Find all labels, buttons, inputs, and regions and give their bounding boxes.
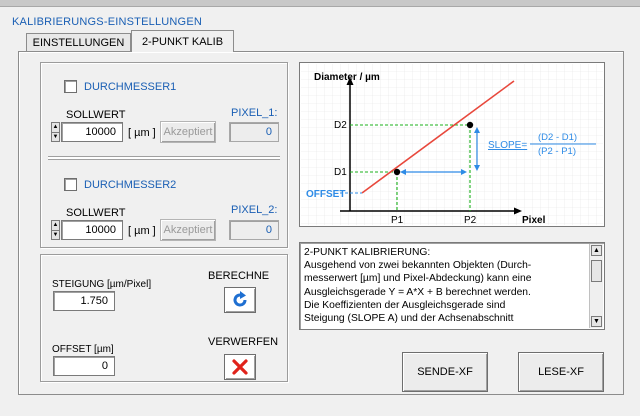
sollwert2-label: SOLLWERT bbox=[66, 207, 126, 219]
sollwert1-label: SOLLWERT bbox=[66, 109, 126, 121]
sende-xf-button[interactable]: SENDE-XF bbox=[402, 352, 488, 392]
durchmesser2-checkbox[interactable] bbox=[64, 178, 77, 191]
point-p2 bbox=[466, 121, 474, 129]
berechne-label: BERECHNE bbox=[208, 270, 270, 282]
calibration-diagram: Diameter / µm Pixel D2 D1 OFFSET P1 P2 S… bbox=[299, 62, 605, 227]
info-line: Ausgehend von zwei bekannten Objekten (D… bbox=[304, 260, 532, 272]
durchmesser1-label: DURCHMESSER1 bbox=[84, 81, 177, 93]
p2-label: P2 bbox=[464, 215, 477, 226]
y-axis-label: Diameter / µm bbox=[314, 72, 380, 83]
pixel2-value: 0 bbox=[229, 220, 279, 240]
unit1-label: [ µm ] bbox=[128, 127, 156, 139]
diagram-svg: Diameter / µm Pixel D2 D1 OFFSET P1 P2 S… bbox=[301, 64, 603, 226]
point-p1 bbox=[393, 168, 401, 176]
info-line: messerwert [µm] und Pixel-Abdeckung) kan… bbox=[304, 273, 532, 285]
sollwert2-spinner[interactable]: ▲ ▼ bbox=[51, 220, 60, 240]
offset-label: OFFSET bbox=[306, 189, 345, 200]
spin-up-icon[interactable]: ▲ bbox=[52, 123, 59, 132]
pixel2-label: PIXEL_2: bbox=[231, 204, 278, 216]
durchmesser1-checkbox[interactable] bbox=[64, 80, 77, 93]
scroll-up-icon[interactable]: ▲ bbox=[591, 245, 602, 256]
info-text: 2-PUNKT KALIBRIERUNG: Ausgehend von zwei… bbox=[304, 246, 586, 328]
slope-denominator: (P2 - P1) bbox=[538, 146, 576, 157]
pixel1-value: 0 bbox=[229, 122, 279, 142]
info-line: 2-PUNKT KALIBRIERUNG: bbox=[304, 247, 431, 258]
offset-value: 0 bbox=[53, 356, 115, 376]
info-textbox[interactable]: 2-PUNKT KALIBRIERUNG: Ausgehend von zwei… bbox=[299, 242, 605, 330]
info-line: Ausgleichsgerade Y = A*X + B berechnet w… bbox=[304, 286, 531, 298]
akzeptiert1-button[interactable]: Akzeptiert bbox=[160, 121, 216, 143]
pixel1-label: PIXEL_1: bbox=[231, 107, 278, 119]
group-title: KALIBRIERUNGS-EINSTELLUNGEN bbox=[12, 16, 202, 28]
d1-label: D1 bbox=[334, 167, 347, 178]
x-axis-label: Pixel bbox=[522, 215, 546, 226]
durchmesser2-label: DURCHMESSER2 bbox=[84, 179, 177, 191]
info-line: Die Koeffizienten der Ausgleichsgerade s… bbox=[304, 299, 506, 311]
close-icon bbox=[232, 359, 248, 375]
sollwert2-input[interactable]: 10000 bbox=[61, 220, 123, 240]
p1-label: P1 bbox=[391, 215, 404, 226]
slope-label: SLOPE= bbox=[488, 140, 527, 151]
unit2-label: [ µm ] bbox=[128, 225, 156, 237]
verwerfen-button[interactable] bbox=[224, 354, 256, 380]
spin-up-icon[interactable]: ▲ bbox=[52, 221, 59, 230]
tab-einstellungen[interactable]: EINSTELLUNGEN bbox=[26, 33, 131, 52]
steigung-label: STEIGUNG [µm/Pixel] bbox=[52, 279, 152, 290]
sollwert1-input[interactable]: 10000 bbox=[61, 122, 123, 142]
sollwert1-spinner[interactable]: ▲ ▼ bbox=[51, 122, 60, 142]
slope-numerator: (D2 - D1) bbox=[538, 132, 577, 143]
spin-down-icon[interactable]: ▼ bbox=[52, 229, 59, 240]
top-strip bbox=[0, 0, 640, 7]
lese-xf-button[interactable]: LESE-XF bbox=[518, 352, 604, 392]
steigung-value: 1.750 bbox=[53, 291, 115, 311]
info-scrollbar[interactable]: ▲ ▼ bbox=[589, 244, 603, 328]
offset-label: OFFSET [µm] bbox=[52, 344, 114, 355]
tab-2-punkt-kalib[interactable]: 2-PUNKT KALIB bbox=[131, 30, 234, 52]
spin-down-icon[interactable]: ▼ bbox=[52, 131, 59, 142]
refresh-icon bbox=[233, 291, 247, 307]
berechne-button[interactable] bbox=[224, 287, 256, 313]
info-line: Steigung (SLOPE A) und der Achsenabschni… bbox=[304, 313, 514, 325]
akzeptiert2-button[interactable]: Akzeptiert bbox=[160, 219, 216, 241]
verwerfen-label: VERWERFEN bbox=[208, 336, 279, 348]
divider-1 bbox=[48, 156, 280, 160]
scroll-down-icon[interactable]: ▼ bbox=[591, 316, 602, 327]
scroll-thumb[interactable] bbox=[591, 260, 602, 282]
d2-label: D2 bbox=[334, 120, 347, 131]
